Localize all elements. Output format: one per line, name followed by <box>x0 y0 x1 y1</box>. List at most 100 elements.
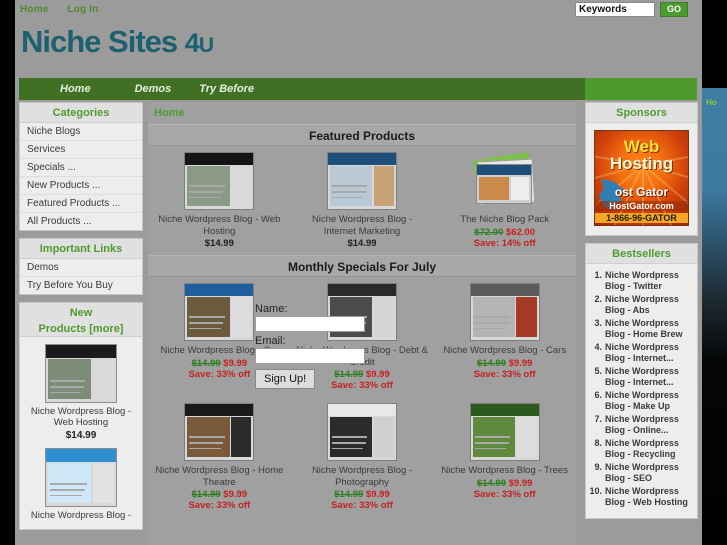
background-window[interactable]: Ho <box>702 88 727 545</box>
signup-button[interactable]: Sign Up! <box>255 369 316 389</box>
product-thumbnail[interactable] <box>45 448 117 507</box>
product-thumbnail[interactable] <box>469 283 540 341</box>
bestseller-label[interactable]: Niche Wordpress Blog - Internet... <box>605 366 693 388</box>
link-try-before-you-buy[interactable]: Try Before You Buy <box>20 277 142 294</box>
bestseller-rank: 3. <box>594 318 602 328</box>
bestseller-rank: 4. <box>594 342 602 352</box>
monthly-specials-heading: Monthly Specials For July <box>148 255 576 277</box>
category-featured-products[interactable]: Featured Products ... <box>20 195 142 213</box>
search-input[interactable] <box>575 2 655 17</box>
product-new-price: $9.99 <box>508 357 533 369</box>
list-item[interactable]: 10. Niche Wordpress Blog - Web Hosting <box>588 486 693 508</box>
featured-products-row: Niche Wordpress Blog - Web Hosting $14.9… <box>148 146 576 255</box>
nav-item-home[interactable]: Home <box>60 83 91 95</box>
bestseller-label[interactable]: Niche Wordpress Blog - Twitter <box>605 270 693 292</box>
email-field[interactable] <box>255 348 365 364</box>
sponsor-ad-hostgator[interactable]: Web Hosting ost Gator HostGator.com 1-86… <box>594 130 689 226</box>
search-go-button[interactable]: GO <box>660 2 688 17</box>
list-item[interactable]: 8. Niche Wordpress Blog - Recycling <box>588 438 693 460</box>
product-new-price: $9.99 <box>365 489 390 500</box>
site-logo[interactable]: Niche Sites 4U <box>21 24 214 60</box>
category-specials[interactable]: Specials ... <box>20 159 142 177</box>
category-niche-blogs[interactable]: Niche Blogs <box>20 123 142 141</box>
category-services[interactable]: Services <box>20 141 142 159</box>
new-product-item[interactable]: Niche Wordpress Blog - <box>20 443 142 525</box>
list-item[interactable]: 4. Niche Wordpress Blog - Internet... <box>588 342 693 364</box>
product-card[interactable]: Niche Wordpress Blog - Internet Marketin… <box>291 152 434 249</box>
sponsors-title: Sponsors <box>586 103 697 123</box>
product-price: $14.99 $9.99 <box>437 478 572 489</box>
product-thumbnail[interactable] <box>45 344 117 403</box>
bestseller-label[interactable]: Niche Wordpress Blog - Recycling <box>605 438 693 460</box>
bestseller-label[interactable]: Niche Wordpress Blog - Online... <box>605 414 693 436</box>
product-card[interactable]: Niche Wordpress Blog - Home Theatre $14.… <box>148 403 291 511</box>
product-thumbnail[interactable] <box>184 403 255 461</box>
product-name: Niche Wordpress Blog - Web Hosting <box>30 406 132 428</box>
name-field[interactable] <box>255 316 365 332</box>
bestseller-label[interactable]: Niche Wordpress Blog - Home Brew <box>605 318 693 340</box>
bestseller-label[interactable]: Niche Wordpress Blog - Internet... <box>605 342 693 364</box>
web-page: Home Log In GO Niche Sites 4U Home Demos… <box>15 0 702 545</box>
product-card[interactable]: Niche Wordpress Blog - Cars $14.99 $9.99… <box>433 283 576 391</box>
bestseller-label[interactable]: Niche Wordpress Blog - Make Up <box>605 390 693 412</box>
nav-item-try-before[interactable]: Try Before <box>199 83 254 95</box>
product-price: $14.99 $9.99 <box>152 489 287 500</box>
product-old-price: $72.00 <box>474 226 504 238</box>
list-item[interactable]: 9. Niche Wordpress Blog - SEO <box>588 462 693 484</box>
bestseller-label[interactable]: Niche Wordpress Blog - Abs <box>605 294 693 316</box>
categories-list: Niche Blogs Services Specials ... New Pr… <box>20 123 142 230</box>
product-thumbnail[interactable] <box>469 403 540 461</box>
product-thumbnail[interactable] <box>327 152 397 210</box>
list-item[interactable]: 2. Niche Wordpress Blog - Abs <box>588 294 693 316</box>
category-new-products[interactable]: New Products ... <box>20 177 142 195</box>
list-item[interactable]: 1. Niche Wordpress Blog - Twitter <box>588 270 693 292</box>
product-card[interactable]: The Niche Blog Pack $72.00 $62.00 Save: … <box>433 152 576 249</box>
product-old-price: $14.99 <box>191 357 221 369</box>
specials-row-2: Niche Wordpress Blog - Home Theatre $14.… <box>148 397 576 517</box>
product-card[interactable]: Niche Wordpress Blog - Web Hosting $14.9… <box>148 152 291 249</box>
top-link-home[interactable]: Home <box>20 4 49 15</box>
new-product-item[interactable]: Niche Wordpress Blog - Web Hosting $14.9… <box>20 339 142 443</box>
category-all-products[interactable]: All Products ... <box>20 213 142 230</box>
ad-headline-hosting: Hosting <box>609 154 674 173</box>
background-window-label: Ho <box>706 98 717 107</box>
featured-products-heading: Featured Products <box>148 124 576 146</box>
list-item[interactable]: 3. Niche Wordpress Blog - Home Brew <box>588 318 693 340</box>
bestseller-rank: 8. <box>594 438 602 448</box>
bestseller-label[interactable]: Niche Wordpress Blog - SEO <box>605 462 693 484</box>
product-price: $14.99 <box>347 238 377 249</box>
product-new-price: $9.99 <box>223 357 248 369</box>
product-price: $14.99 $9.99 <box>437 358 572 369</box>
bestsellers-body: 1. Niche Wordpress Blog - Twitter 2. Niche… <box>586 264 697 518</box>
top-link-login[interactable]: Log In <box>67 4 98 15</box>
new-products-title: New Products [more] <box>20 303 142 337</box>
bestsellers-title: Bestsellers <box>586 244 697 264</box>
product-thumbnail[interactable] <box>184 152 255 210</box>
product-thumbnail[interactable] <box>470 152 540 210</box>
nav-item-demos[interactable]: Demos <box>135 83 172 95</box>
bestseller-rank: 9. <box>594 462 602 472</box>
search-box: GO <box>575 2 688 17</box>
product-card[interactable]: Niche Wordpress Blog - Photography $14.9… <box>291 403 434 511</box>
bestseller-rank: 1. <box>594 270 602 280</box>
link-demos[interactable]: Demos <box>20 259 142 277</box>
new-products-more-link[interactable]: [more] <box>89 323 123 335</box>
main-nav: Home Demos Try Before <box>19 78 697 100</box>
breadcrumb-home[interactable]: Home <box>154 107 185 119</box>
list-item[interactable]: 7. Niche Wordpress Blog - Online... <box>588 414 693 436</box>
bestseller-label[interactable]: Niche Wordpress Blog - Web Hosting <box>605 486 693 508</box>
product-thumbnail[interactable] <box>327 403 397 461</box>
newsletter-signup-modal: Name: Email: Sign Up! <box>255 303 375 389</box>
product-new-price: $62.00 <box>506 226 536 238</box>
product-thumbnail[interactable] <box>184 283 255 341</box>
list-item[interactable]: 5. Niche Wordpress Blog - Internet... <box>588 366 693 388</box>
important-links-list: Demos Try Before You Buy <box>20 259 142 294</box>
ad-brand-name: ost Gator <box>614 185 669 199</box>
product-price: $72.00 $62.00 <box>437 227 572 238</box>
product-name: Niche Wordpress Blog - Web Hosting <box>158 214 281 237</box>
sponsors-panel: Sponsors Web Hosting ost Gator HostGator… <box>585 102 698 236</box>
logo-area: Niche Sites 4U <box>15 20 702 75</box>
product-card[interactable]: Niche Wordpress Blog - Trees $14.99 $9.9… <box>433 403 576 511</box>
logo-part-sites: Sites <box>108 24 178 59</box>
list-item[interactable]: 6. Niche Wordpress Blog - Make Up <box>588 390 693 412</box>
